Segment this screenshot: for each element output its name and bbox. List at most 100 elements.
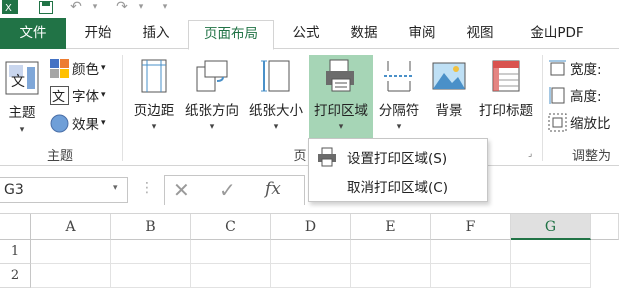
- tab-formulas[interactable]: 公式: [280, 18, 332, 49]
- width-control[interactable]: 宽度:: [548, 57, 602, 79]
- print-area-dropdown-icon: ▾: [338, 122, 344, 132]
- column-header-c[interactable]: C: [191, 214, 271, 240]
- cancel-icon[interactable]: ✕: [173, 178, 190, 202]
- cell-c2[interactable]: [191, 264, 271, 288]
- print-area-menu: 设置打印区域(S) 取消打印区域(C): [308, 138, 488, 202]
- cell-a2[interactable]: [31, 264, 111, 288]
- cell-f2[interactable]: [431, 264, 511, 288]
- scale-icon: [548, 113, 567, 132]
- effects-dropdown-icon: ▾: [101, 118, 106, 128]
- print-titles-label: 打印标题: [479, 103, 533, 119]
- themes-button[interactable]: 文 主题 ▾: [2, 55, 42, 141]
- fonts-button[interactable]: 文 字体 ▾: [50, 84, 106, 106]
- height-icon: [548, 86, 567, 105]
- size-icon: [261, 60, 290, 92]
- tab-insert[interactable]: 插入: [130, 18, 182, 49]
- height-control[interactable]: 高度:: [548, 84, 602, 106]
- set-print-area-icon: [317, 147, 337, 167]
- size-button[interactable]: 纸张大小 ▾: [244, 55, 308, 141]
- set-print-area-label: 设置打印区域(S): [347, 151, 448, 167]
- page-setup-dialog-launcher-icon[interactable]: ⌟: [528, 149, 532, 159]
- effects-button[interactable]: 效果 ▾: [50, 112, 106, 134]
- colors-button[interactable]: 颜色 ▾: [50, 57, 106, 79]
- colors-icon: [50, 58, 69, 78]
- print-titles-button[interactable]: 打印标题: [473, 55, 539, 141]
- cell-g2[interactable]: [511, 264, 591, 288]
- cell-g1[interactable]: [511, 240, 591, 264]
- column-header-h[interactable]: [591, 214, 619, 240]
- breaks-button[interactable]: 分隔符 ▾: [373, 55, 425, 141]
- scale-control[interactable]: 缩放比: [548, 111, 611, 133]
- column-header-b[interactable]: B: [111, 214, 191, 240]
- insert-function-icon[interactable]: fx: [265, 179, 281, 199]
- fonts-icon: 文: [50, 85, 69, 105]
- height-label: 高度:: [570, 89, 602, 105]
- tab-pdf[interactable]: 金山PDF: [512, 18, 602, 49]
- customize-qat-icon[interactable]: ▾: [160, 0, 170, 14]
- margins-dropdown-icon: ▾: [151, 122, 157, 132]
- column-header-g[interactable]: G: [511, 214, 591, 240]
- cell-c1[interactable]: [191, 240, 271, 264]
- tab-file[interactable]: 文件: [0, 18, 66, 49]
- cell-e1[interactable]: [351, 240, 431, 264]
- row-header-2[interactable]: 2: [0, 264, 31, 288]
- tab-view[interactable]: 视图: [454, 18, 506, 49]
- fonts-label: 字体: [72, 89, 99, 105]
- colors-label: 颜色: [72, 62, 99, 78]
- colors-dropdown-icon: ▾: [101, 63, 106, 73]
- undo-dropdown-icon[interactable]: ▾: [90, 0, 100, 14]
- cell-a1[interactable]: [31, 240, 111, 264]
- cell-d2[interactable]: [271, 264, 351, 288]
- breaks-label: 分隔符: [378, 103, 420, 119]
- print-area-button[interactable]: 打印区域 ▾: [309, 55, 373, 141]
- margins-icon: [141, 59, 167, 93]
- print-area-icon: [326, 59, 354, 92]
- cell-b2[interactable]: [111, 264, 191, 288]
- redo-dropdown-icon[interactable]: ▾: [136, 0, 146, 14]
- save-icon[interactable]: [37, 0, 55, 14]
- row-header-1[interactable]: 1: [0, 240, 31, 264]
- tab-home[interactable]: 开始: [72, 18, 124, 49]
- clear-print-area-item[interactable]: 取消打印区域(C): [309, 172, 487, 200]
- print-titles-icon: [492, 60, 520, 92]
- group-divider: [122, 55, 123, 161]
- themes-group-label: 主题: [46, 149, 73, 164]
- column-header-a[interactable]: A: [31, 214, 111, 240]
- spreadsheet-grid: A B C D E F G 1 2: [0, 214, 619, 288]
- more-options-icon[interactable]: ⋮: [140, 180, 154, 196]
- group-divider: [542, 55, 543, 161]
- set-print-area-item[interactable]: 设置打印区域(S): [309, 143, 487, 171]
- tab-data[interactable]: 数据: [338, 18, 390, 49]
- page-setup-group-label: 页: [293, 149, 307, 164]
- clear-print-area-label: 取消打印区域(C): [347, 180, 448, 196]
- enter-icon[interactable]: ✓: [219, 178, 236, 202]
- cell-b1[interactable]: [111, 240, 191, 264]
- column-header-e[interactable]: E: [351, 214, 431, 240]
- fonts-dropdown-icon: ▾: [101, 90, 106, 100]
- select-all-corner[interactable]: [0, 214, 31, 240]
- tab-review[interactable]: 审阅: [396, 18, 448, 49]
- orientation-button[interactable]: 纸张方向 ▾: [180, 55, 244, 141]
- name-box-dropdown-icon[interactable]: ▾: [113, 183, 118, 193]
- cell-e2[interactable]: [351, 264, 431, 288]
- background-button[interactable]: 背景: [427, 55, 471, 141]
- undo-icon[interactable]: ↶: [66, 0, 86, 15]
- scale-label: 缩放比: [570, 116, 611, 132]
- name-box[interactable]: G3: [0, 177, 128, 203]
- orientation-label: 纸张方向: [185, 103, 239, 119]
- background-icon: [432, 62, 466, 90]
- cell-f1[interactable]: [431, 240, 511, 264]
- themes-icon: 文: [5, 61, 39, 95]
- margins-button[interactable]: 页边距 ▾: [128, 55, 180, 141]
- svg-text:文: 文: [52, 90, 65, 105]
- column-header-d[interactable]: D: [271, 214, 351, 240]
- tab-page-layout[interactable]: 页面布局: [188, 20, 274, 50]
- redo-icon[interactable]: ↷: [112, 0, 132, 15]
- width-icon: [548, 59, 567, 78]
- themes-label: 主题: [8, 105, 36, 121]
- column-header-f[interactable]: F: [431, 214, 511, 240]
- width-label: 宽度:: [570, 62, 602, 78]
- effects-icon: [50, 114, 69, 133]
- cell-d1[interactable]: [271, 240, 351, 264]
- margins-label: 页边距: [133, 103, 175, 119]
